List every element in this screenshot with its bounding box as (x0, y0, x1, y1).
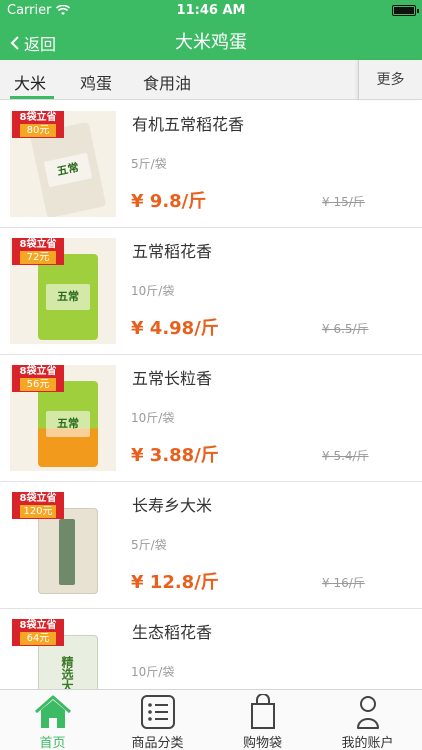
status-time: 11:46 AM (176, 3, 246, 18)
product-image: 精选大米 8袋立省 64元 (10, 619, 116, 689)
product-price: ¥ 3.88/斤 (131, 445, 219, 466)
bag-label: 五常 (57, 290, 79, 303)
active-tab-indicator (10, 96, 54, 99)
bag-icon (250, 694, 275, 729)
battery-icon (392, 5, 419, 16)
status-bar: Carrier 11:46 AM (0, 0, 422, 22)
rice-bag-graphic (38, 508, 98, 594)
promo-badge: 8袋立省 64元 (12, 619, 64, 646)
home-icon (34, 695, 71, 728)
tab-cooking-oil[interactable]: 食用油 (143, 70, 191, 94)
original-price: ¥ 5.4/斤 (322, 449, 369, 463)
product-price: ¥ 12.8/斤 (131, 572, 219, 593)
original-price: ¥ 15/斤 (322, 195, 365, 209)
product-name: 生态稻花香 (132, 623, 213, 642)
person-icon (356, 696, 379, 729)
product-item[interactable]: 精选大米 8袋立省 64元 生态稻花香 10斤/袋 (0, 609, 422, 689)
bag-label: 精选大米 (60, 656, 74, 689)
nav-bar: 返回 大米鸡蛋 (0, 22, 422, 60)
product-name: 有机五常稻花香 (132, 115, 245, 134)
product-name: 五常稻花香 (132, 242, 213, 261)
product-spec: 5斤/袋 (131, 538, 167, 552)
tab-home-label: 首页 (39, 736, 66, 750)
rice-bag-graphic: 五常 (38, 254, 98, 340)
product-item[interactable]: 五常 8袋立省 56元 五常长粒香 10斤/袋 ¥ 3.88/斤 ¥ 5.4/斤 (0, 355, 422, 482)
product-image: 五常 8袋立省 56元 (10, 365, 116, 471)
product-spec: 10斤/袋 (131, 665, 175, 679)
product-item[interactable]: 五常 8袋立省 72元 五常稻花香 10斤/袋 ¥ 4.98/斤 ¥ 6.5/斤 (0, 228, 422, 355)
product-item[interactable]: 8袋立省 120元 长寿乡大米 5斤/袋 ¥ 12.8/斤 ¥ 16/斤 (0, 482, 422, 609)
product-image: 五常 8袋立省 80元 (10, 111, 116, 217)
product-name: 五常长粒香 (132, 369, 213, 388)
product-price: ¥ 4.98/斤 (131, 318, 219, 339)
more-button[interactable]: 更多 (358, 60, 422, 100)
promo-badge: 8袋立省 72元 (12, 238, 64, 265)
product-spec: 5斤/袋 (131, 157, 167, 171)
category-tabs: 大米 鸡蛋 食用油 更多 (0, 60, 422, 100)
page-title: 大米鸡蛋 (175, 32, 247, 53)
tab-categories[interactable]: 商品分类 (105, 690, 210, 750)
tab-shopping-bag-label: 购物袋 (242, 736, 282, 750)
list-icon (140, 695, 175, 729)
tab-home[interactable]: 首页 (0, 690, 105, 750)
promo-badge: 8袋立省 120元 (12, 492, 64, 519)
product-spec: 10斤/袋 (131, 284, 175, 298)
product-item[interactable]: 五常 8袋立省 80元 有机五常稻花香 5斤/袋 ¥ 9.8/斤 ¥ 15/斤 (0, 101, 422, 228)
original-price: ¥ 16/斤 (322, 576, 365, 590)
product-image: 五常 8袋立省 72元 (10, 238, 116, 344)
product-price: ¥ 9.8/斤 (131, 191, 207, 212)
bottom-tab-bar: 首页 商品分类 购物袋 我的账户 (0, 689, 422, 750)
tab-rice[interactable]: 大米 (14, 70, 46, 94)
product-spec: 10斤/袋 (131, 411, 175, 425)
tab-shopping-bag[interactable]: 购物袋 (210, 690, 315, 750)
rice-bag-graphic: 五常 (38, 381, 98, 467)
tab-eggs[interactable]: 鸡蛋 (80, 70, 112, 94)
top-bar: Carrier 11:46 AM 返回 大米鸡蛋 (0, 0, 422, 60)
tab-account[interactable]: 我的账户 (315, 690, 420, 750)
original-price: ¥ 6.5/斤 (322, 322, 369, 336)
product-image: 8袋立省 120元 (10, 492, 116, 598)
product-list: 五常 8袋立省 80元 有机五常稻花香 5斤/袋 ¥ 9.8/斤 ¥ 15/斤 … (0, 101, 422, 689)
promo-badge: 8袋立省 80元 (12, 111, 64, 138)
product-name: 长寿乡大米 (132, 496, 213, 515)
tab-categories-label: 商品分类 (131, 736, 184, 750)
bag-label: 五常 (57, 417, 79, 430)
promo-badge: 8袋立省 56元 (12, 365, 64, 392)
tab-account-label: 我的账户 (341, 736, 394, 750)
